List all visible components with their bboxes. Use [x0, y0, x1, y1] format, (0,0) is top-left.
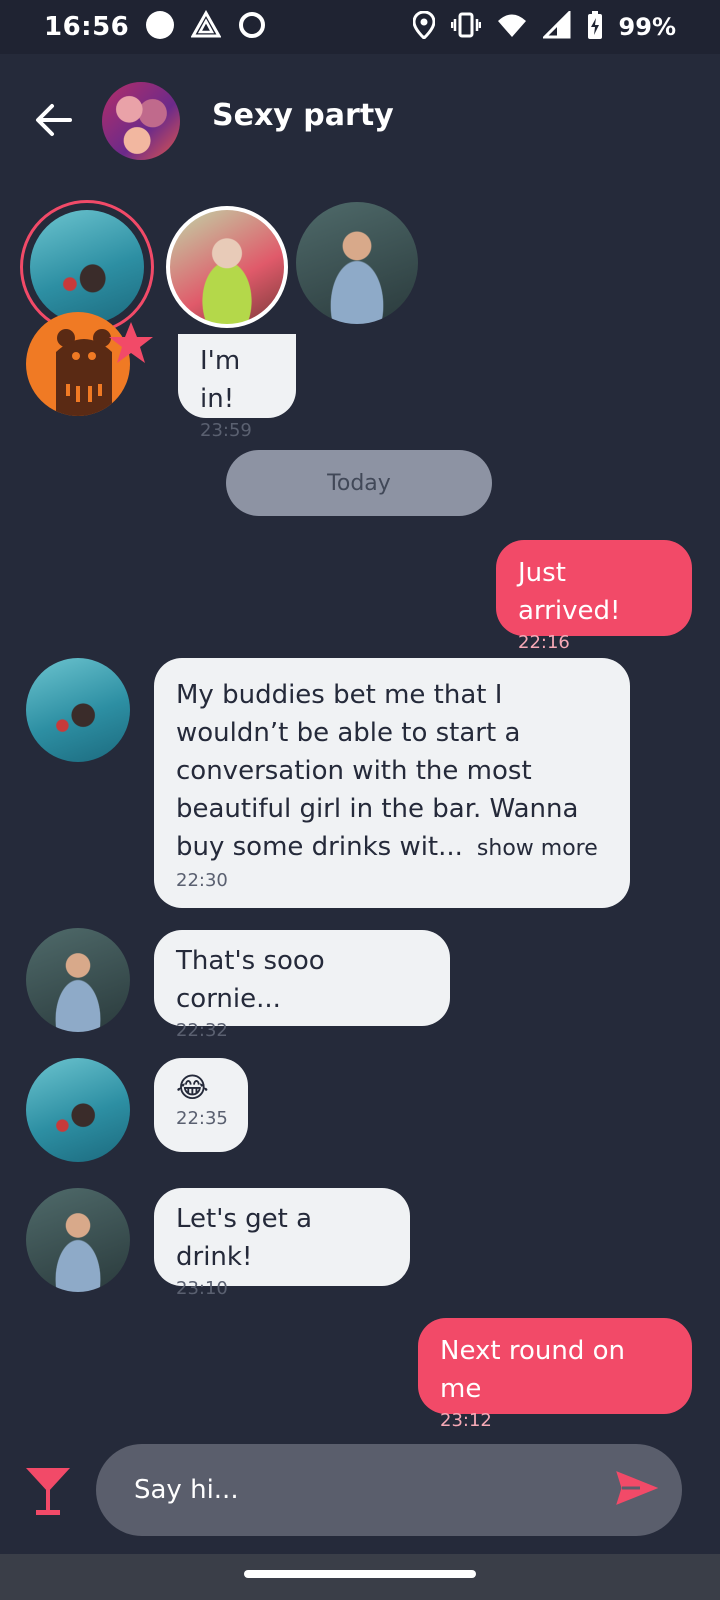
message-line: buy some drinks wit...	[176, 832, 463, 862]
home-gesture-handle[interactable]	[244, 1570, 476, 1578]
message-bubble[interactable]: Let's get a drink! 23:10	[154, 1188, 410, 1299]
message-line-last: buy some drinks wit... show more	[176, 828, 608, 868]
message-text: Next round on me	[440, 1336, 625, 1404]
participant-avatar-man[interactable]	[296, 202, 418, 324]
navigation-bar	[0, 1554, 720, 1600]
date-divider: Today	[226, 450, 492, 516]
message-bubble-outgoing[interactable]: Next round on me 23:12	[418, 1318, 692, 1431]
cocktail-icon	[26, 1468, 70, 1515]
message-text: Let's get a drink!	[176, 1204, 313, 1272]
message-line: wouldn’t be able to start a	[176, 718, 521, 748]
message-text: Just arrived!	[518, 558, 621, 626]
message-emoji: 😂	[176, 1071, 209, 1104]
data-saver-icon	[237, 10, 267, 44]
show-more-link[interactable]: show more	[477, 836, 598, 861]
message-time: 23:10	[176, 1278, 228, 1299]
message-text: I'm in!	[200, 346, 241, 414]
avatar-man[interactable]	[26, 1188, 130, 1292]
message-time: 23:59	[200, 420, 252, 441]
avatar-waterman[interactable]	[26, 1058, 130, 1162]
cocktail-button[interactable]	[24, 1464, 72, 1522]
message-time: 22:32	[176, 1020, 228, 1041]
message-line: beautiful girl in the bar. Wanna	[176, 794, 579, 824]
message-bubble[interactable]: 😂 22:35	[154, 1058, 248, 1152]
wifi-icon	[497, 12, 527, 42]
message-time: 22:16	[518, 632, 570, 653]
vibrate-icon	[450, 12, 481, 42]
chat-title: Sexy party	[212, 98, 394, 133]
location-icon	[412, 10, 436, 43]
battery-charging-icon	[587, 10, 603, 44]
message-bubble[interactable]: My buddies bet me that I wouldn’t be abl…	[154, 658, 630, 908]
message-time: 22:35	[176, 1108, 228, 1129]
message-input[interactable]	[96, 1444, 682, 1536]
group-avatar[interactable]	[102, 82, 180, 160]
status-bar: 16:56 99%	[0, 0, 720, 54]
back-button[interactable]	[34, 100, 74, 140]
arrow-left-icon	[36, 104, 72, 136]
message-text: That's sooo cornie...	[176, 946, 325, 1014]
participant-avatar-waterman[interactable]	[30, 210, 144, 324]
battery-percent: 99%	[618, 13, 676, 41]
message-time: 23:12	[440, 1410, 492, 1431]
message-bubble[interactable]: I'm in! 23:59	[178, 334, 296, 441]
message-line: conversation with the most	[176, 756, 532, 786]
send-icon	[616, 1471, 659, 1505]
avatar-waterman[interactable]	[26, 658, 130, 762]
participant-avatar-queen[interactable]	[166, 206, 288, 328]
signal-icon	[540, 9, 571, 43]
message-bubble-outgoing[interactable]: Just arrived! 22:16	[496, 540, 692, 653]
status-time: 16:56	[44, 12, 130, 42]
composer	[0, 1430, 720, 1540]
triangle-warning-icon	[190, 9, 222, 44]
avatar-man[interactable]	[26, 928, 130, 1032]
star-badge-icon	[109, 322, 153, 363]
chat-header: Sexy party	[0, 80, 720, 160]
send-button[interactable]	[616, 1470, 659, 1510]
message-time: 22:30	[176, 870, 228, 891]
circle-icon	[145, 10, 175, 44]
message-bubble[interactable]: That's sooo cornie... 22:32	[154, 930, 450, 1041]
message-line: My buddies bet me that I	[176, 680, 503, 710]
